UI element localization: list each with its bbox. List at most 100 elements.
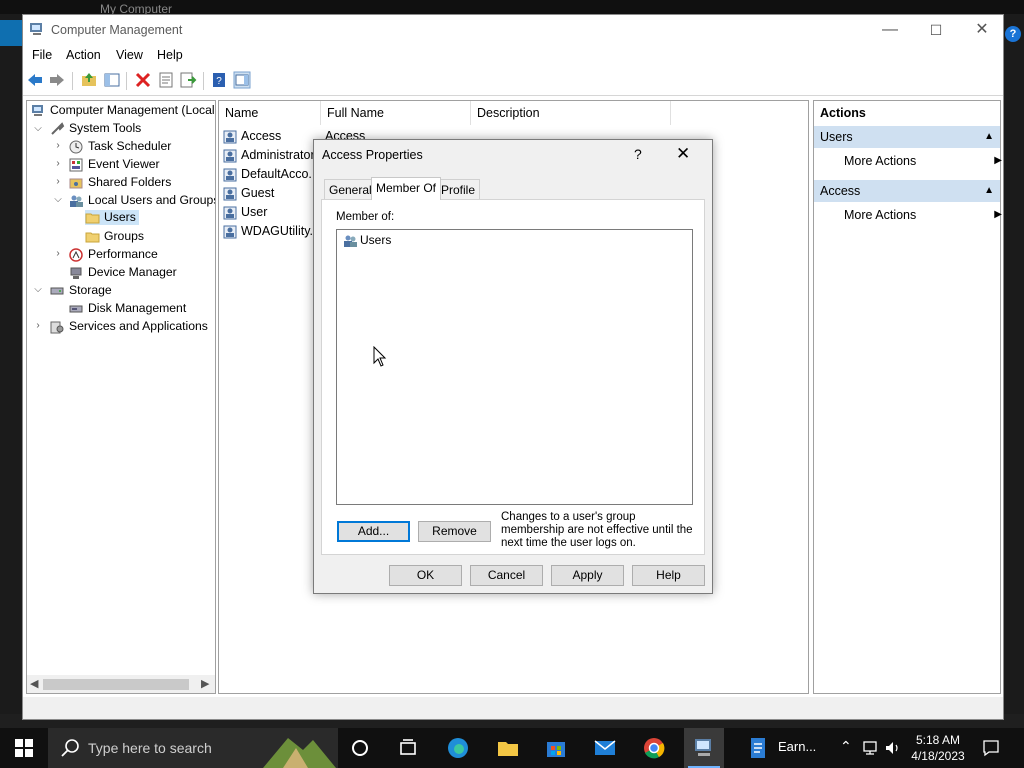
maximize-button[interactable]: ☐ [913, 15, 959, 45]
dialog-help-button[interactable]: ? [634, 146, 642, 162]
more-actions-users[interactable]: More Actions ▶ [844, 150, 1002, 172]
ok-button[interactable]: OK [389, 565, 462, 586]
tree-item-event-viewer[interactable]: Event Viewer [69, 157, 160, 172]
column-header-name[interactable]: Name [219, 101, 321, 125]
minimize-button[interactable]: — [867, 15, 913, 45]
network-icon[interactable] [862, 740, 880, 756]
tab-general[interactable]: General [324, 179, 377, 199]
tree-item-groups[interactable]: Groups [85, 229, 144, 244]
close-button[interactable]: ✕ [959, 15, 1005, 45]
notifications-icon[interactable] [982, 739, 1000, 757]
chevron-down-icon[interactable]: ⌵ [32, 123, 44, 134]
help-button[interactable]: Help [632, 565, 705, 586]
tree-horizontal-scrollbar[interactable]: ◀ ▶ [27, 675, 215, 693]
column-header-full-name[interactable]: Full Name [321, 101, 471, 125]
tree-item-disk-management[interactable]: Disk Management [69, 301, 186, 316]
event-viewer-icon [69, 158, 83, 172]
clock-time[interactable]: 5:18 AM [908, 733, 968, 747]
tree-item-performance[interactable]: Performance [69, 247, 158, 262]
list-item[interactable]: Administrator [223, 146, 315, 164]
member-of-listbox[interactable]: Users [336, 229, 693, 505]
volume-icon[interactable] [884, 740, 902, 756]
tree-item-label: Groups [104, 229, 144, 243]
scroll-left-icon[interactable]: ◀ [30, 677, 38, 690]
list-item[interactable]: Guest [223, 184, 274, 202]
back-arrow-icon[interactable] [26, 71, 44, 89]
properties-icon[interactable] [157, 71, 175, 89]
title-bar[interactable]: Computer Management — ☐ ✕ [23, 15, 1003, 45]
edge-browser-icon[interactable] [446, 736, 470, 760]
mouse-cursor-icon [373, 346, 387, 367]
microsoft-store-icon[interactable] [544, 736, 568, 760]
tree-item-users[interactable]: Users [85, 210, 139, 225]
menu-help[interactable]: Help [157, 48, 183, 62]
tree-item-system-tools[interactable]: System Tools [50, 121, 141, 136]
dialog-close-button[interactable]: ✕ [676, 144, 690, 164]
export-list-icon[interactable] [179, 71, 197, 89]
more-actions-access[interactable]: More Actions ▶ [844, 204, 1002, 226]
remove-button[interactable]: Remove [418, 521, 491, 542]
actions-section-access[interactable]: Access ▲ [814, 180, 1000, 202]
task-view-icon[interactable] [396, 736, 420, 760]
help-book-icon[interactable]: ? [210, 71, 228, 89]
show-hide-tree-icon[interactable] [103, 71, 121, 89]
list-item[interactable]: WDAGUtility... [223, 222, 320, 240]
apply-button[interactable]: Apply [551, 565, 624, 586]
scroll-right-icon[interactable]: ▶ [201, 677, 209, 690]
chevron-down-icon[interactable]: ⌵ [32, 284, 44, 295]
tree-item-label: Event Viewer [88, 157, 160, 171]
member-name: Users [360, 233, 392, 247]
clock-date[interactable]: 4/18/2023 [906, 749, 970, 763]
file-explorer-icon[interactable] [496, 736, 520, 760]
delete-icon[interactable] [134, 71, 152, 89]
tree-item-device-manager[interactable]: Device Manager [69, 265, 177, 280]
windows-start-icon[interactable] [15, 739, 33, 757]
chrome-icon[interactable] [642, 736, 666, 760]
tree-item-computer-management[interactable]: Computer Management (Local [31, 103, 215, 118]
tab-member-of[interactable]: Member Of [371, 177, 442, 200]
mail-icon[interactable] [593, 736, 617, 760]
actions-header: Actions [820, 106, 866, 120]
chevron-right-icon[interactable]: › [52, 140, 64, 151]
up-folder-icon[interactable] [80, 71, 98, 89]
tree-item-label: Disk Management [88, 301, 187, 315]
chevron-right-icon[interactable]: › [52, 158, 64, 169]
cancel-button[interactable]: Cancel [470, 565, 543, 586]
show-hidden-icons-chevron-icon[interactable]: ⌃ [840, 738, 852, 755]
column-header-description[interactable]: Description [471, 101, 671, 125]
earn-app-label[interactable]: Earn... [778, 739, 816, 754]
tree-item-services-and-applications[interactable]: Services and Applications [50, 319, 208, 334]
collapse-up-icon[interactable]: ▲ [984, 126, 994, 148]
chevron-right-icon[interactable]: › [52, 176, 64, 187]
actions-section-users[interactable]: Users ▲ [814, 126, 1000, 148]
chevron-right-icon[interactable]: › [52, 248, 64, 259]
chevron-down-icon[interactable]: ⌵ [52, 194, 64, 205]
tab-profile[interactable]: Profile [436, 179, 481, 199]
tree-item-task-scheduler[interactable]: Task Scheduler [69, 139, 171, 154]
user-name: Guest [241, 186, 275, 200]
menu-view[interactable]: View [116, 48, 143, 62]
show-action-pane-icon[interactable] [233, 71, 251, 89]
tree-item-storage[interactable]: Storage [50, 283, 112, 298]
list-item[interactable]: Access Access [223, 127, 365, 145]
list-item[interactable]: Users [343, 233, 391, 248]
cortana-icon[interactable] [348, 736, 372, 760]
chevron-right-icon[interactable]: › [32, 320, 44, 331]
tree-item-label: Users [104, 210, 136, 224]
collapse-up-icon[interactable]: ▲ [984, 180, 994, 202]
document-app-icon[interactable] [746, 736, 770, 760]
menu-action[interactable]: Action [66, 48, 101, 62]
computer-management-taskbar-icon[interactable] [692, 736, 716, 760]
background-help-icon[interactable]: ? [1005, 26, 1021, 42]
forward-arrow-icon[interactable] [48, 71, 66, 89]
scrollbar-thumb[interactable] [43, 679, 189, 690]
tree-item-local-users-and-groups[interactable]: Local Users and Groups [69, 193, 215, 208]
menu-file[interactable]: File [32, 48, 52, 62]
tree-item-shared-folders[interactable]: Shared Folders [69, 175, 171, 190]
more-actions-label: More Actions [844, 208, 917, 222]
storage-icon [50, 287, 64, 295]
add-button[interactable]: Add... [337, 521, 410, 542]
taskbar-search-box[interactable]: Type here to search [48, 728, 338, 768]
list-item[interactable]: User [223, 203, 267, 221]
list-item[interactable]: DefaultAcco... [223, 165, 319, 183]
